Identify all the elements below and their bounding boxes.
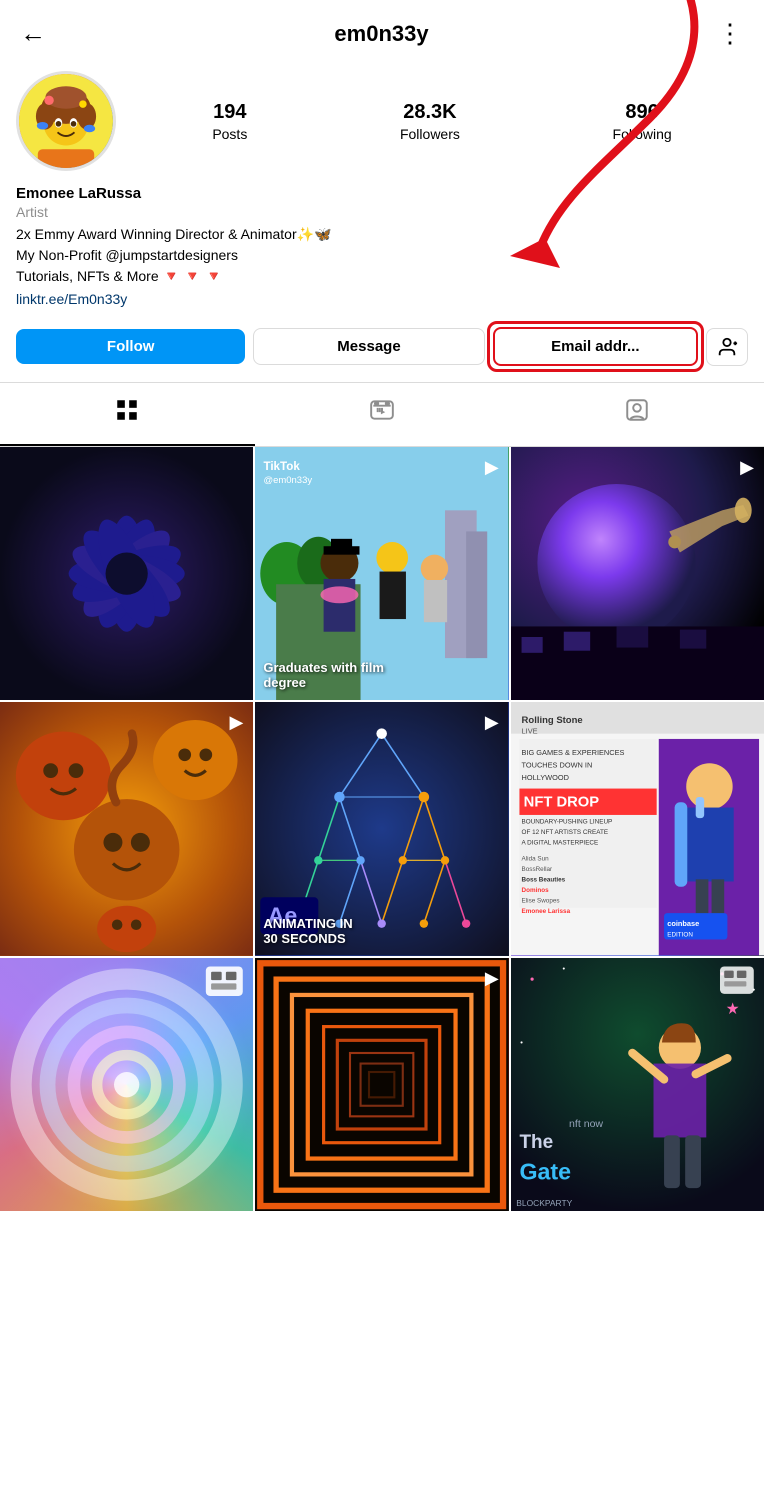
- svg-text:Emonee Larissa: Emonee Larissa: [521, 908, 570, 915]
- grid-label-2: Graduates with filmdegree: [263, 660, 500, 690]
- profile-category: Artist: [16, 204, 748, 220]
- stat-following[interactable]: 896 Following: [613, 101, 672, 142]
- svg-text:Dominos: Dominos: [521, 887, 549, 894]
- svg-text:Rolling Stone: Rolling Stone: [521, 715, 582, 726]
- play-icon-2: ▶: [485, 457, 499, 478]
- svg-text:LIVE: LIVE: [521, 727, 537, 736]
- grid-item-2[interactable]: TikTok @em0n33y Graduates with filmdegre…: [255, 447, 508, 700]
- svg-text:BIG GAMES & EXPERIENCES: BIG GAMES & EXPERIENCES: [521, 748, 624, 757]
- stat-followers[interactable]: 28.3K Followers: [400, 101, 460, 142]
- tab-grid[interactable]: [0, 383, 255, 446]
- svg-text:TOUCHES DOWN IN: TOUCHES DOWN IN: [521, 761, 592, 770]
- tab-tagged[interactable]: [509, 383, 764, 446]
- svg-text:NFT DROP: NFT DROP: [523, 795, 599, 811]
- profile-top: 194 Posts 28.3K Followers 896 Following: [16, 71, 748, 171]
- svg-text:BLOCKPARTY: BLOCKPARTY: [516, 1198, 572, 1208]
- svg-text:A DIGITAL MASTERPIECE: A DIGITAL MASTERPIECE: [521, 840, 598, 847]
- svg-text:nft now: nft now: [569, 1118, 603, 1130]
- bio-section: Emonee LaRussa Artist 2x Emmy Award Winn…: [0, 185, 764, 319]
- bio-line1: 2x Emmy Award Winning Director & Animato…: [16, 226, 331, 242]
- bio-line2: My Non-Profit @jumpstartdesigners: [16, 247, 238, 263]
- avatar[interactable]: [16, 71, 116, 171]
- grid-item-1[interactable]: [0, 447, 253, 700]
- svg-text:BossRellar: BossRellar: [521, 866, 552, 873]
- followers-label: Followers: [400, 126, 460, 142]
- grid-item-4[interactable]: ▶: [0, 702, 253, 955]
- tagged-icon: [624, 397, 650, 430]
- back-button[interactable]: ←: [20, 18, 46, 49]
- svg-text:Elise Swopes: Elise Swopes: [521, 898, 559, 905]
- grid-icon: [114, 397, 140, 430]
- app-header: ← em0n33y ⋮: [0, 0, 764, 61]
- bio-line3: Tutorials, NFTs & More 🔻 🔻 🔻: [16, 268, 223, 284]
- posts-label: Posts: [212, 126, 247, 142]
- svg-text:TikTok: TikTok: [264, 460, 301, 473]
- email-button[interactable]: Email addr...: [493, 327, 698, 366]
- reels-icon: [369, 397, 395, 430]
- svg-text:Gate: Gate: [519, 1158, 571, 1184]
- profile-link[interactable]: linktr.ee/Em0n33y: [16, 291, 748, 307]
- svg-text:BOUNDARY-PUSHING LINEUP: BOUNDARY-PUSHING LINEUP: [521, 819, 612, 826]
- svg-text:coinbase: coinbase: [667, 919, 699, 928]
- grid-item-8[interactable]: ▶: [255, 958, 508, 1211]
- grid-label-5: ANIMATING IN30 SECONDS: [263, 916, 500, 946]
- svg-text:@em0n33y: @em0n33y: [264, 475, 313, 486]
- stat-posts[interactable]: 194 Posts: [212, 101, 247, 142]
- svg-text:Boss Beauties: Boss Beauties: [521, 877, 565, 884]
- following-label: Following: [613, 126, 672, 142]
- svg-text:Alida Sun: Alida Sun: [521, 856, 549, 863]
- grid-item-5[interactable]: Ae ANIMATING IN30 SECONDS ▶: [255, 702, 508, 955]
- profile-name: Emonee LaRussa: [16, 185, 748, 202]
- follow-button[interactable]: Follow: [16, 329, 245, 364]
- more-options-button[interactable]: ⋮: [717, 18, 744, 49]
- play-icon-5: ▶: [485, 712, 499, 733]
- play-icon-3: ▶: [740, 457, 754, 478]
- grid-item-9[interactable]: The Gate BLOCKPARTY nft now: [511, 958, 764, 1211]
- svg-text:EDITION: EDITION: [667, 932, 693, 939]
- grid-item-3[interactable]: ▶: [511, 447, 764, 700]
- svg-text:The: The: [519, 1132, 553, 1153]
- grid-item-6[interactable]: Rolling Stone LIVE BIG GAMES & EXPERIENC…: [511, 702, 764, 955]
- followers-count: 28.3K: [403, 101, 456, 124]
- post-grid: TikTok @em0n33y Graduates with filmdegre…: [0, 447, 764, 1211]
- stats-row: 194 Posts 28.3K Followers 896 Following: [136, 101, 748, 142]
- profile-section: 194 Posts 28.3K Followers 896 Following: [0, 61, 764, 171]
- tab-bar: [0, 382, 764, 447]
- following-count: 896: [625, 101, 658, 124]
- header-username: em0n33y: [334, 21, 428, 47]
- posts-count: 194: [213, 101, 246, 124]
- message-button[interactable]: Message: [253, 328, 484, 365]
- grid-item-7[interactable]: [0, 958, 253, 1211]
- bio-text: 2x Emmy Award Winning Director & Animato…: [16, 224, 748, 287]
- play-icon-4: ▶: [229, 712, 243, 733]
- play-icon-8: ▶: [485, 968, 499, 989]
- action-buttons: Follow Message Email addr...: [0, 319, 764, 378]
- person-add-button[interactable]: [706, 328, 748, 366]
- svg-text:HOLLYWOOD: HOLLYWOOD: [521, 773, 568, 782]
- svg-text:OF 12 NFT ARTISTS CREATE: OF 12 NFT ARTISTS CREATE: [521, 829, 608, 836]
- tab-reels[interactable]: [255, 383, 510, 446]
